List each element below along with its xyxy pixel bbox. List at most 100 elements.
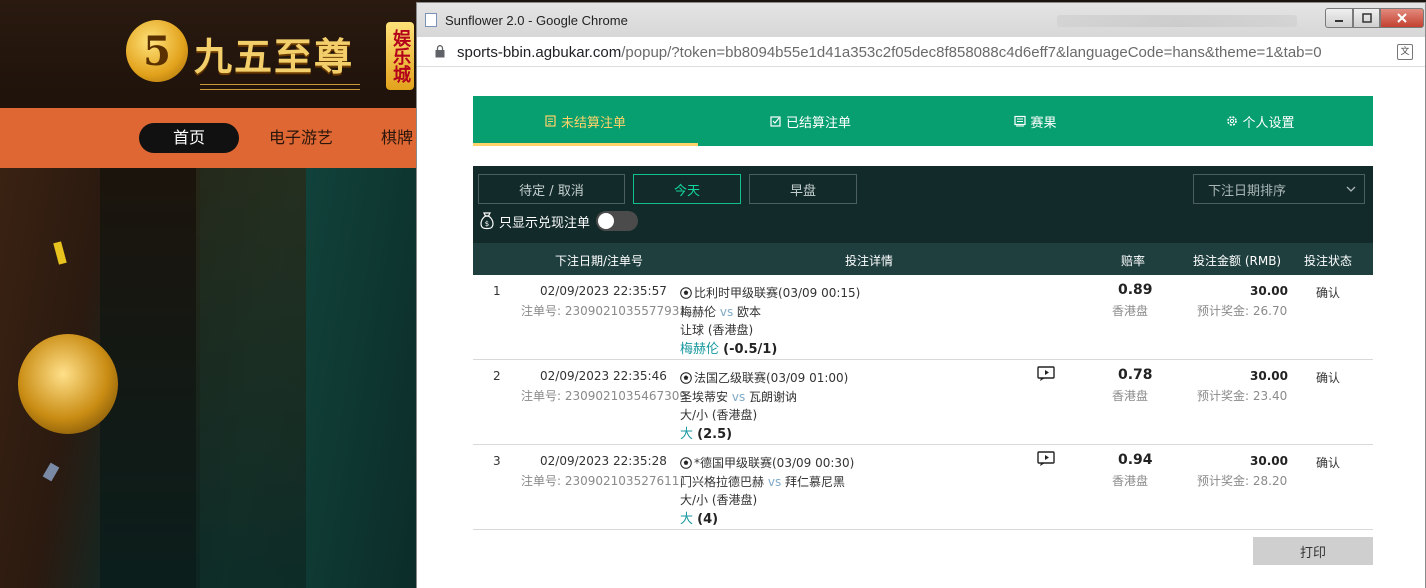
handicap-line: (4) [697, 512, 719, 527]
cashout-toggle-switch[interactable] [596, 211, 639, 231]
league: 法国乙级联赛(03/09 01:00) [680, 369, 848, 386]
home-team: 圣埃蒂安 [680, 390, 729, 404]
minimize-button[interactable] [1325, 8, 1353, 28]
translate-icon[interactable]: 文 [1397, 44, 1413, 60]
away-team: 瓦朗谢讷 [749, 390, 798, 404]
close-icon [1397, 13, 1407, 23]
header-amount: 投注金额 (RMB) [1193, 254, 1282, 268]
filter-early-button[interactable]: 早盘 [749, 174, 857, 204]
market-type: 大/小 (香港盘) [680, 493, 758, 507]
print-button[interactable]: 打印 [1253, 537, 1373, 565]
row-index: 2 [493, 369, 501, 383]
site-banner [0, 168, 420, 588]
bets-panel: 待定 / 取消 今天 早盘 下注日期排序 $ 只显示兑现注单 下注日期/注单号 … [473, 166, 1373, 532]
ticket-number: 注单号: 2309021035577931 [521, 304, 688, 318]
row-index: 3 [493, 454, 501, 468]
toggle-knob [598, 213, 615, 229]
lock-icon [435, 45, 445, 58]
selection: 大 [680, 427, 694, 442]
away-team: 欧本 [737, 305, 762, 319]
filter-today-button[interactable]: 今天 [633, 174, 741, 204]
chevron-down-icon [1346, 186, 1356, 192]
live-stream-icon[interactable] [1037, 451, 1057, 467]
address-bar[interactable]: sports-bbin.agbukar.com/popup/?token=bb8… [417, 37, 1425, 67]
sort-select[interactable]: 下注日期排序 [1193, 174, 1365, 204]
money-bag-icon: $ [480, 212, 494, 230]
teams: 圣埃蒂安 vs 瓦朗谢讷 [680, 388, 797, 405]
tab-settings[interactable]: 个人设置 [1148, 96, 1373, 146]
soccer-ball-icon [680, 286, 692, 299]
settled-bets-icon [770, 116, 781, 127]
window-title: Sunflower 2.0 - Google Chrome [445, 13, 628, 28]
odds-value: 0.78 [1118, 367, 1153, 383]
table-row: 3 02/09/2023 22:35:28 注单号: 2309021035276… [473, 445, 1373, 530]
ticket-number: 注单号: 2309021035467309 [521, 389, 688, 403]
teams: 门兴格拉德巴赫 vs 拜仁慕尼黑 [680, 473, 845, 490]
pending-bets-icon [545, 115, 556, 127]
odds-value: 0.94 [1118, 452, 1153, 468]
close-button[interactable] [1380, 8, 1424, 28]
decoration [53, 241, 67, 265]
handicap-line: (2.5) [697, 427, 733, 442]
league: *德国甲级联赛(03/09 00:30) [680, 454, 854, 471]
live-stream-icon[interactable] [1037, 366, 1057, 382]
estimated-win: 预计奖金: 26.70 [1197, 304, 1288, 318]
vs-label: vs [767, 475, 782, 489]
banner-panel [196, 168, 306, 588]
results-icon [1014, 115, 1027, 127]
row-index: 1 [493, 284, 501, 298]
tab-pending-bets[interactable]: 未结算注单 [473, 96, 698, 146]
tab-label: 已结算注单 [785, 115, 851, 131]
header-status: 投注状态 [1304, 254, 1353, 268]
filter-pending-cancel-button[interactable]: 待定 / 取消 [478, 174, 625, 204]
svg-text:$: $ [485, 220, 489, 228]
tab-label: 赛果 [1030, 115, 1057, 131]
window-titlebar[interactable]: Sunflower 2.0 - Google Chrome [417, 3, 1425, 37]
cashout-filter: $ 只显示兑现注单 [479, 211, 639, 231]
bet-tabs: 未结算注单 已结算注单 赛果 个人设置 [473, 96, 1373, 146]
bet-date: 02/09/2023 22:35:28 [540, 454, 667, 468]
handicap-line: (-0.5/1) [723, 342, 778, 357]
maximize-button[interactable] [1353, 8, 1380, 28]
header-date: 下注日期/注单号 [555, 254, 644, 268]
market-type: 让球 (香港盘) [680, 323, 754, 337]
logo-badge: 娱乐城 [386, 22, 414, 90]
odds-type: 香港盘 [1112, 304, 1149, 318]
estimated-win: 预计奖金: 23.40 [1197, 389, 1288, 403]
bet-date: 02/09/2023 22:35:46 [540, 369, 667, 383]
url-text[interactable]: sports-bbin.agbukar.com/popup/?token=bb8… [457, 44, 1322, 61]
home-team: 门兴格拉德巴赫 [680, 475, 765, 489]
header-detail: 投注详情 [845, 254, 894, 268]
selection: 梅赫伦 [680, 342, 720, 357]
home-team: 梅赫伦 [680, 305, 717, 319]
tab-results[interactable]: 赛果 [923, 96, 1148, 146]
odds-type: 香港盘 [1112, 389, 1149, 403]
table-row: 2 02/09/2023 22:35:46 注单号: 2309021035467… [473, 360, 1373, 445]
table-header: 下注日期/注单号 投注详情 赔率 投注金额 (RMB) 投注状态 [473, 243, 1373, 275]
bet-pick: 梅赫伦 (-0.5/1) [680, 338, 777, 357]
tab-settled-bets[interactable]: 已结算注单 [698, 96, 923, 146]
nav-cards[interactable]: 棋牌 [381, 123, 413, 153]
filter-bar: 待定 / 取消 今天 早盘 下注日期排序 $ 只显示兑现注单 [473, 166, 1373, 243]
market-type: 大/小 (香港盘) [680, 408, 758, 422]
site-header: 5 九五至尊 娱乐城 [0, 0, 420, 108]
odds-type: 香港盘 [1112, 474, 1149, 488]
vs-label: vs [719, 305, 734, 319]
bet-status: 确认 [1316, 286, 1341, 300]
league-name: *德国甲级联赛(03/09 00:30) [694, 456, 855, 470]
url-host: sports-bbin.agbukar.com [457, 44, 622, 61]
logo-underline [200, 84, 360, 90]
bet-pick: 大 (2.5) [680, 423, 732, 442]
bet-date: 02/09/2023 22:35:57 [540, 284, 667, 298]
maximize-icon [1361, 13, 1372, 23]
soccer-ball-icon [680, 456, 692, 469]
league-name: 法国乙级联赛(03/09 01:00) [694, 371, 849, 385]
soccer-ball-icon [680, 371, 692, 384]
stake-amount: 30.00 [1250, 454, 1288, 468]
tab-label: 未结算注单 [560, 115, 626, 131]
minimize-icon [1335, 20, 1343, 22]
ticket-number: 注单号: 2309021035276111 [521, 474, 688, 488]
chrome-popup-window: Sunflower 2.0 - Google Chrome sports-bbi… [416, 2, 1426, 588]
nav-slots[interactable]: 电子游艺 [269, 123, 333, 153]
nav-home[interactable]: 首页 [139, 123, 239, 153]
